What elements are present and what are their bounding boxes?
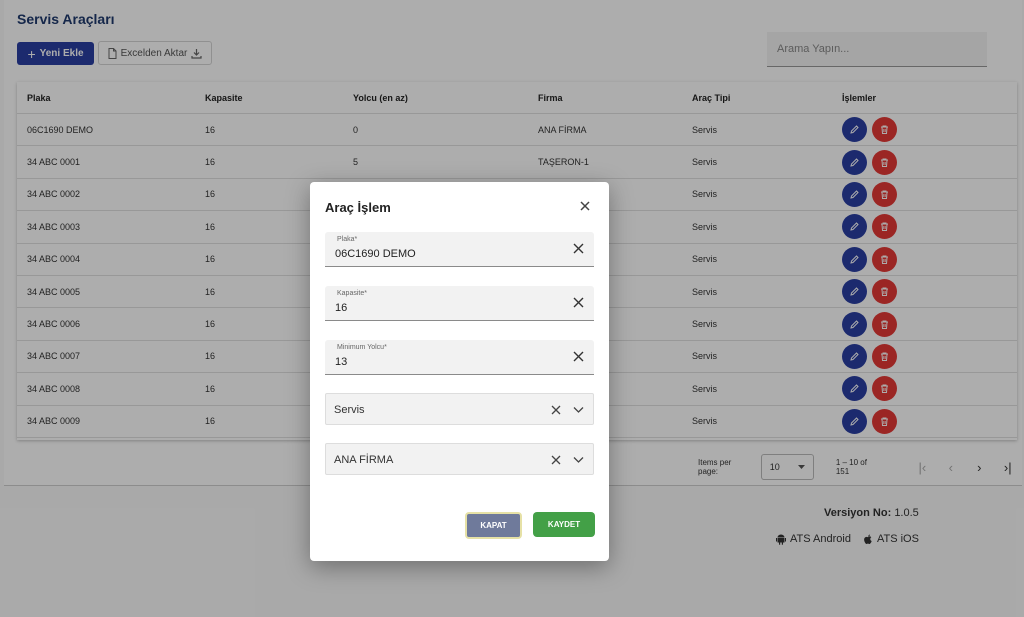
kapasite-label: Kapasite*	[337, 290, 367, 297]
arac-tipi-select[interactable]: Servis	[325, 393, 594, 425]
min-yolcu-field[interactable]: Minimum Yolcu* 13	[325, 340, 594, 375]
clear-icon[interactable]	[573, 297, 584, 308]
vehicle-dialog: Araç İşlem Plaka* 06C1690 DEMO Kapasite*…	[310, 182, 609, 561]
plaka-label: Plaka*	[337, 236, 358, 243]
plaka-value: 06C1690 DEMO	[335, 248, 416, 260]
save-button[interactable]: KAYDET	[533, 512, 595, 537]
dialog-title: Araç İşlem	[325, 200, 391, 215]
clear-icon[interactable]	[551, 405, 561, 415]
clear-icon[interactable]	[551, 455, 561, 465]
firma-value: ANA FİRMA	[334, 454, 394, 466]
chevron-down-icon[interactable]	[573, 406, 584, 414]
plaka-field[interactable]: Plaka* 06C1690 DEMO	[325, 232, 594, 267]
kapasite-value: 16	[335, 302, 348, 314]
clear-icon[interactable]	[573, 351, 584, 362]
kapasite-field[interactable]: Kapasite* 16	[325, 286, 594, 321]
chevron-down-icon[interactable]	[573, 456, 584, 464]
arac-tipi-value: Servis	[334, 404, 365, 416]
firma-select[interactable]: ANA FİRMA	[325, 443, 594, 475]
min-yolcu-label: Minimum Yolcu*	[337, 344, 387, 351]
clear-icon[interactable]	[573, 243, 584, 254]
close-button[interactable]: KAPAT	[465, 512, 522, 539]
close-icon[interactable]	[579, 200, 591, 212]
min-yolcu-value: 13	[335, 356, 348, 368]
